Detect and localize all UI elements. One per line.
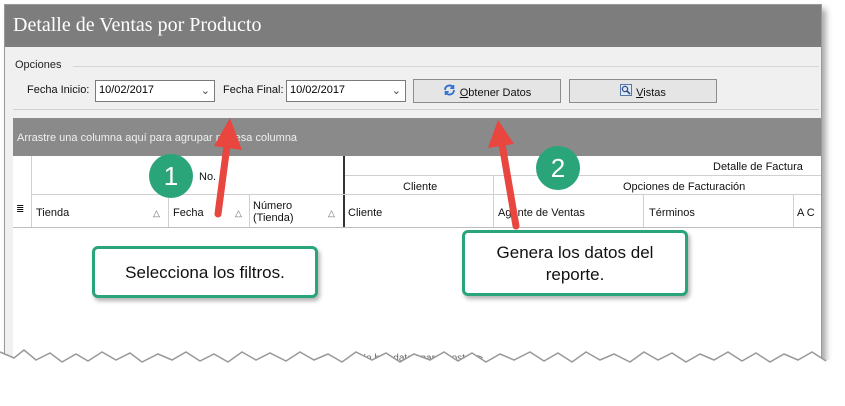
fecha-inicio-value: 10/02/2017	[99, 84, 155, 96]
fecha-final-dropdown[interactable]: 10/02/2017 ⌄	[286, 80, 406, 102]
refresh-icon	[443, 84, 456, 99]
chevron-down-icon: ⌄	[200, 85, 210, 97]
sort-icon: △	[153, 208, 160, 218]
fecha-final-label: Fecha Final:	[223, 84, 284, 96]
band-line	[493, 176, 494, 228]
vistas-button[interactable]: Vistas	[569, 79, 717, 103]
options-group: Opciones Fecha Inicio: 10/02/2017 ⌄ Fech…	[13, 55, 819, 111]
column-header-fecha[interactable]: Fecha	[173, 207, 204, 219]
step-2-badge: 2	[536, 146, 580, 190]
column-header-cliente[interactable]: Cliente	[348, 207, 382, 219]
band-cliente: Cliente	[403, 181, 438, 193]
band-opciones-facturacion: Opciones de Facturación	[623, 181, 746, 193]
report-window: Detalle de Ventas por Producto Opciones …	[4, 4, 822, 382]
options-bottom-divider	[13, 109, 819, 110]
fecha-inicio-label: Fecha Inicio:	[27, 84, 90, 96]
header-bottom-line	[13, 227, 821, 228]
chevron-down-icon: ⌄	[391, 85, 401, 97]
fecha-inicio-dropdown[interactable]: 10/02/2017 ⌄	[95, 80, 215, 102]
magnifier-icon	[620, 84, 633, 99]
column-header-agente-ventas[interactable]: Agente de Ventas	[498, 207, 585, 219]
col-divider	[643, 194, 644, 228]
column-header-numero-tienda[interactable]: Número (Tienda)	[253, 200, 301, 224]
band-detalle-factura: Detalle de Factura	[713, 161, 803, 173]
band-line	[345, 175, 821, 176]
step-1-badge: 1	[149, 154, 193, 198]
vistas-label: istas	[643, 87, 666, 99]
group-by-panel[interactable]: Arrastre una columna aquí para agrupar p…	[13, 118, 821, 156]
sort-icon: △	[328, 208, 335, 218]
options-divider	[73, 66, 819, 67]
column-header-tienda[interactable]: Tienda	[36, 207, 69, 219]
col-divider	[249, 194, 250, 228]
step-2-callout: Genera los datos del reporte.	[462, 230, 688, 296]
fecha-final-value: 10/02/2017	[290, 84, 346, 96]
obtener-datos-button[interactable]: Obtener Datos	[413, 79, 561, 103]
column-header-a-c[interactable]: A C	[797, 207, 815, 219]
column-chooser-icon[interactable]: ≣	[16, 204, 24, 215]
col-divider	[31, 156, 32, 228]
sort-icon: △	[235, 208, 242, 218]
empty-grid-message: <No hay datos para mostrar>	[352, 353, 484, 364]
step-1-callout: Selecciona los filtros.	[92, 246, 318, 298]
obtener-datos-label: btener Datos	[468, 87, 532, 99]
band-no: No.	[199, 171, 217, 183]
options-group-label: Opciones	[15, 59, 62, 71]
col-divider	[168, 194, 169, 228]
column-header-terminos[interactable]: Términos	[649, 207, 695, 219]
obtener-datos-accel: O	[459, 87, 469, 99]
band-divider	[343, 156, 345, 228]
band-line	[31, 194, 821, 195]
window-title: Detalle de Ventas por Producto	[5, 5, 821, 47]
col-divider	[793, 194, 794, 228]
